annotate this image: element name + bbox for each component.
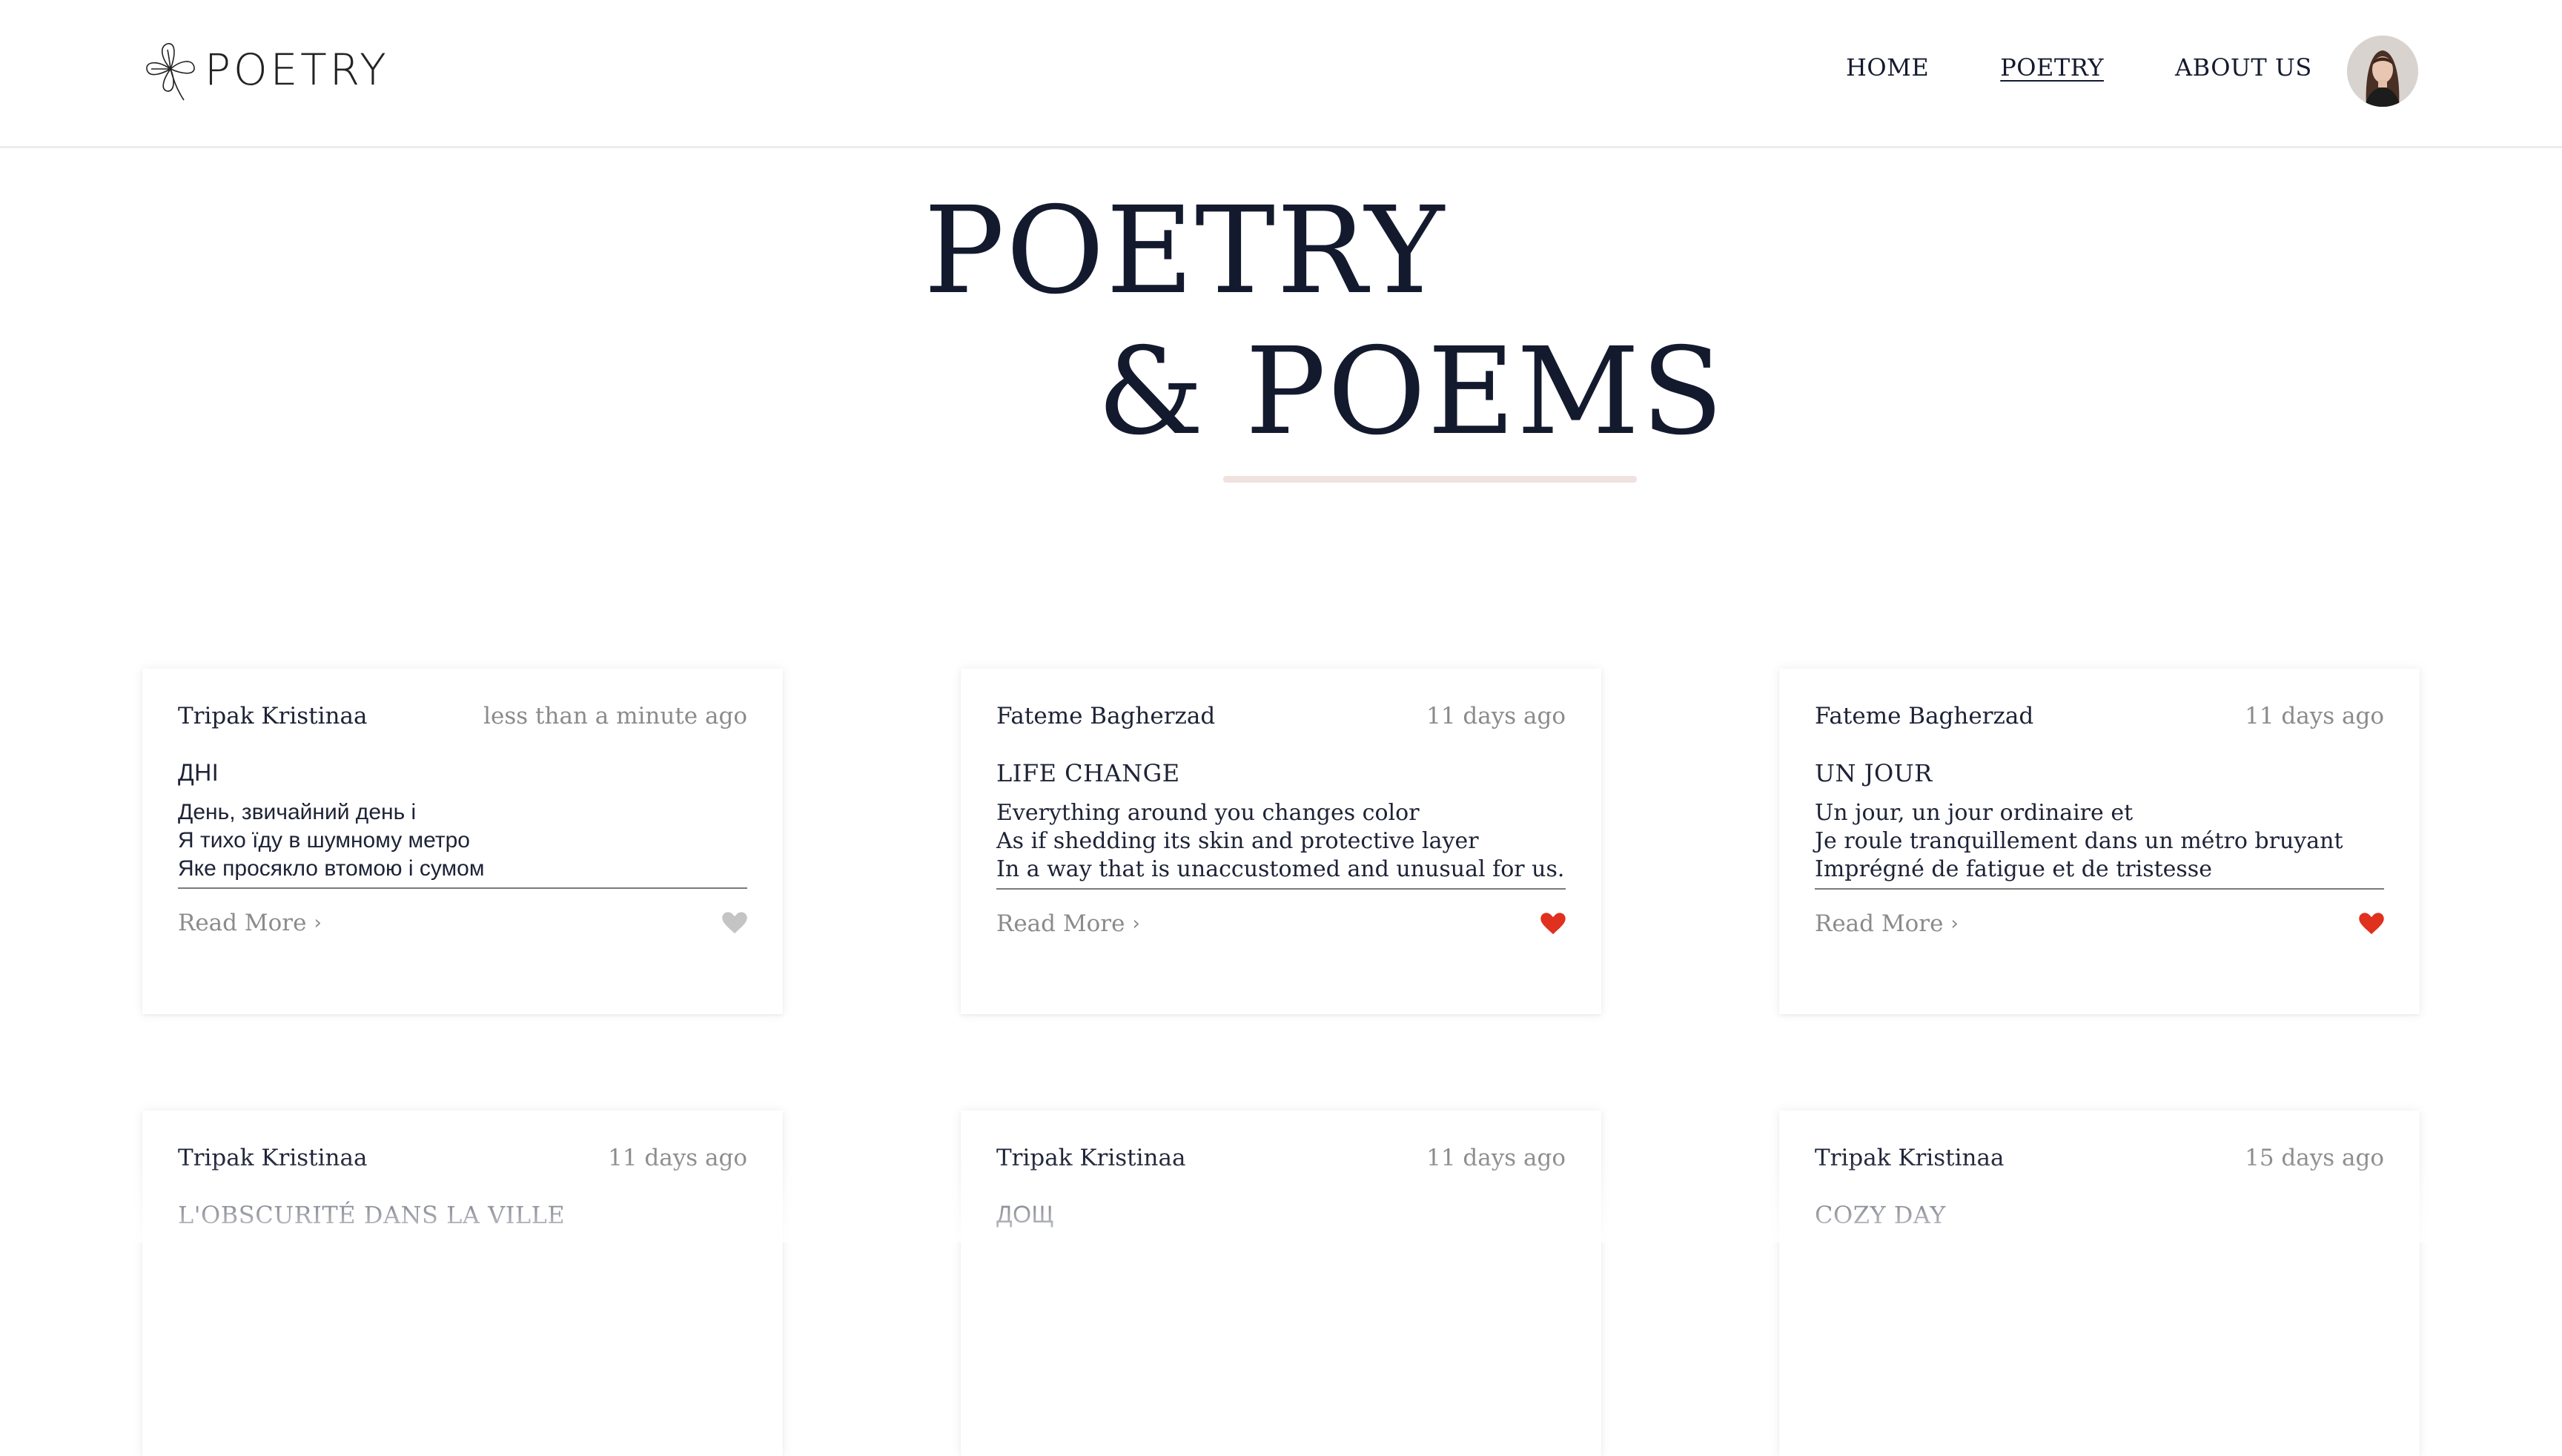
clover-flower-icon bbox=[146, 43, 195, 101]
poem-title: LIFE CHANGE bbox=[996, 759, 1180, 787]
excerpt-line: Un jour, un jour ordinaire et bbox=[1815, 800, 2134, 826]
excerpt-line: Я тихо їду в шумному метро bbox=[178, 828, 470, 853]
poem-title: UN JOUR bbox=[1815, 759, 1933, 787]
site-header: POETRY HOME POETRY ABOUT US bbox=[0, 0, 2562, 148]
poem-time: 11 days ago bbox=[1426, 703, 1566, 729]
poem-time: less than a minute ago bbox=[483, 703, 747, 729]
read-more-label: Read More bbox=[996, 910, 1125, 937]
poem-card[interactable]: Tripak Kristinaa 11 days ago ДОЩ bbox=[961, 1111, 1601, 1456]
read-more-label: Read More bbox=[178, 910, 307, 936]
poem-title: ДНІ bbox=[178, 759, 219, 786]
poem-excerpt: Un jour, un jour ordinaire et Je roule t… bbox=[1815, 799, 2384, 890]
hero-underline bbox=[1223, 476, 1637, 483]
poem-author[interactable]: Tripak Kristinaa bbox=[178, 703, 367, 729]
avatar-photo bbox=[2347, 36, 2418, 107]
heart-icon[interactable] bbox=[1540, 913, 1566, 935]
nav-poetry[interactable]: POETRY bbox=[2000, 53, 2104, 82]
poem-time: 11 days ago bbox=[1426, 1145, 1566, 1171]
main-nav: HOME POETRY ABOUT US bbox=[1846, 53, 2312, 82]
poem-card[interactable]: Fateme Bagherzad 11 days ago LIFE CHANGE… bbox=[961, 669, 1601, 1014]
excerpt-line: In a way that is unaccustomed and unusua… bbox=[996, 856, 1565, 882]
excerpt-line: Imprégné de fatigue et de tristesse bbox=[1815, 856, 2212, 882]
poem-card[interactable]: Tripak Kristinaa 15 days ago COZY DAY bbox=[1779, 1111, 2420, 1456]
poem-excerpt: Everything around you changes color As i… bbox=[996, 799, 1566, 890]
poem-title: ДОЩ bbox=[996, 1201, 1055, 1228]
excerpt-line: Яке просякло втомою і сумом bbox=[178, 856, 485, 881]
excerpt-line: Everything around you changes color bbox=[996, 800, 1420, 826]
excerpt-line: Je roule tranquillement dans un métro br… bbox=[1815, 828, 2343, 854]
poem-card[interactable]: Fateme Bagherzad 11 days ago UN JOUR Un … bbox=[1779, 669, 2420, 1014]
poem-excerpt: День, звичайний день і Я тихо їду в шумн… bbox=[178, 798, 747, 889]
read-more-link[interactable]: Read More › bbox=[996, 910, 1140, 937]
hero-title-line2: & POEMS bbox=[1097, 322, 1725, 462]
poem-card[interactable]: Tripak Kristinaa less than a minute ago … bbox=[142, 669, 783, 1014]
read-more-link[interactable]: Read More › bbox=[178, 910, 322, 936]
nav-home[interactable]: HOME bbox=[1846, 53, 1929, 82]
poem-time: 11 days ago bbox=[2245, 703, 2384, 729]
heart-icon[interactable] bbox=[2359, 913, 2384, 935]
chevron-right-icon: › bbox=[314, 912, 322, 934]
poem-author[interactable]: Fateme Bagherzad bbox=[1815, 703, 2033, 729]
poem-card[interactable]: Tripak Kristinaa 11 days ago L'OBSCURITÉ… bbox=[142, 1111, 783, 1456]
poem-title: L'OBSCURITÉ DANS LA VILLE bbox=[178, 1201, 566, 1229]
nav-about-us[interactable]: ABOUT US bbox=[2175, 53, 2312, 82]
logo-text: POETRY bbox=[205, 44, 389, 95]
read-more-link[interactable]: Read More › bbox=[1815, 910, 1959, 937]
poem-time: 11 days ago bbox=[608, 1145, 747, 1171]
poem-time: 15 days ago bbox=[2245, 1145, 2384, 1171]
poem-author[interactable]: Fateme Bagherzad bbox=[996, 703, 1215, 729]
read-more-label: Read More bbox=[1815, 910, 1944, 937]
chevron-right-icon: › bbox=[1132, 913, 1140, 935]
heart-icon[interactable] bbox=[722, 912, 747, 934]
chevron-right-icon: › bbox=[1950, 913, 1959, 935]
poem-title: COZY DAY bbox=[1815, 1201, 1946, 1229]
excerpt-line: День, звичайний день і bbox=[178, 800, 417, 824]
poem-author[interactable]: Tripak Kristinaa bbox=[1815, 1145, 2004, 1171]
site-logo[interactable]: POETRY bbox=[141, 36, 389, 104]
user-avatar[interactable] bbox=[2347, 36, 2418, 107]
hero-title-line1: POETRY bbox=[924, 182, 1446, 321]
poem-author[interactable]: Tripak Kristinaa bbox=[996, 1145, 1185, 1171]
excerpt-line: As if shedding its skin and protective l… bbox=[996, 828, 1479, 854]
poem-author[interactable]: Tripak Kristinaa bbox=[178, 1145, 367, 1171]
